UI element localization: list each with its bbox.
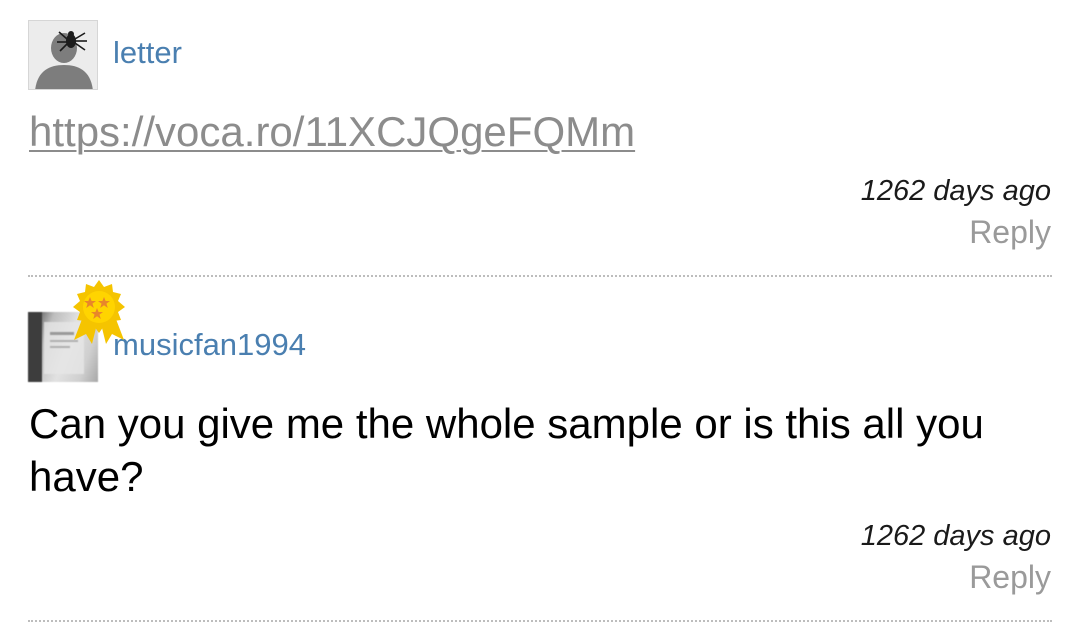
comment-body: Can you give me the whole sample or is t… <box>29 400 984 500</box>
comment-item: musicfan1994 Can you give me the whole s… <box>0 278 1080 626</box>
reply-button[interactable]: Reply <box>969 214 1051 251</box>
username-link[interactable]: musicfan1994 <box>113 327 306 363</box>
username-link[interactable]: letter <box>113 35 182 71</box>
reply-button[interactable]: Reply <box>969 559 1051 596</box>
comment-divider <box>28 275 1052 277</box>
comment-timestamp: 1262 days ago <box>860 175 1051 207</box>
comment-link[interactable]: https://voca.ro/11XCJQgeFQMm <box>29 108 635 155</box>
comment-timestamp: 1262 days ago <box>860 520 1051 552</box>
comment-divider <box>28 620 1052 622</box>
default-silhouette-with-spider-icon <box>29 21 97 89</box>
comment-item: letter https://voca.ro/11XCJQgeFQMm 1262… <box>0 0 1080 278</box>
star-rosette-badge-icon <box>68 278 130 344</box>
user-avatar[interactable] <box>28 20 98 90</box>
comment-body: https://voca.ro/11XCJQgeFQMm <box>29 105 1050 158</box>
